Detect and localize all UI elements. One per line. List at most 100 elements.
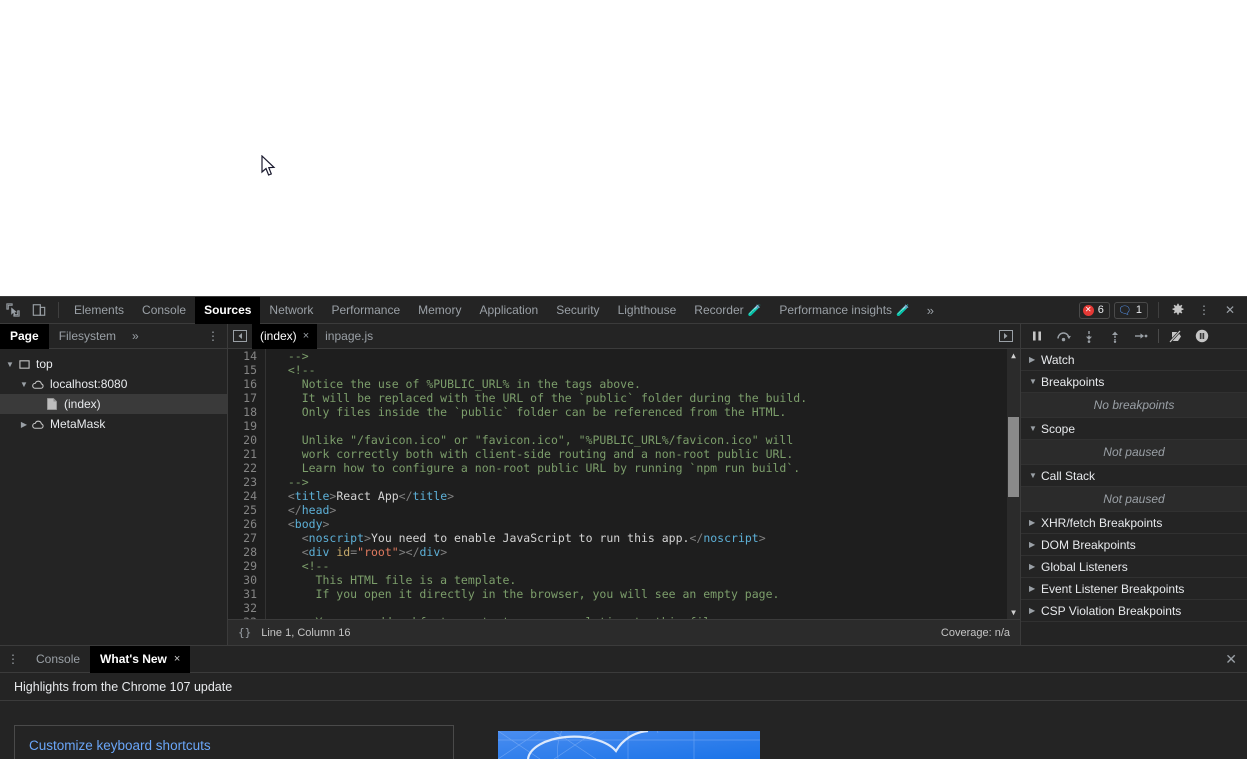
line-number[interactable]: 18 xyxy=(228,405,266,419)
code-line[interactable]: 20 Unlike "/favicon.ico" or "favicon.ico… xyxy=(228,433,1020,447)
more-options-icon[interactable]: ⋮ xyxy=(1191,297,1217,323)
pause-on-exceptions-icon[interactable] xyxy=(1190,325,1214,347)
navigator-tab-page[interactable]: Page xyxy=(0,323,49,349)
chevron-right-icon[interactable]: ▶ xyxy=(1029,540,1041,549)
code-line[interactable]: 23 --> xyxy=(228,475,1020,489)
page-viewport[interactable] xyxy=(0,0,1247,296)
code-line[interactable]: 16 Notice the use of %PUBLIC_URL% in the… xyxy=(228,377,1020,391)
close-tab-icon[interactable]: × xyxy=(174,653,180,665)
inspect-element-icon[interactable] xyxy=(0,297,26,323)
drawer-tab-whats-new[interactable]: What's New × xyxy=(90,645,191,673)
line-number[interactable]: 24 xyxy=(228,489,266,503)
tab-security[interactable]: Security xyxy=(547,297,608,324)
pause-script-execution-icon[interactable] xyxy=(1025,325,1049,347)
line-number[interactable]: 20 xyxy=(228,433,266,447)
line-number[interactable]: 28 xyxy=(228,545,266,559)
code-line[interactable]: 21 work correctly both with client-side … xyxy=(228,447,1020,461)
tab-network[interactable]: Network xyxy=(260,297,322,324)
line-number[interactable]: 27 xyxy=(228,531,266,545)
close-tab-icon[interactable]: × xyxy=(303,330,309,342)
navigator-more-tabs-chevron-icon[interactable]: » xyxy=(126,329,145,343)
message-count-badge[interactable]: 🗨 1 xyxy=(1113,301,1148,319)
code-line[interactable]: 29 <!-- xyxy=(228,559,1020,573)
tab-sources[interactable]: Sources xyxy=(195,296,261,324)
debugger-section-event-listener-breakpoints[interactable]: ▶ Event Listener Breakpoints xyxy=(1021,578,1247,600)
tab-performance[interactable]: Performance xyxy=(322,297,409,324)
code-line[interactable]: 28 <div id="root"></div> xyxy=(228,545,1020,559)
code-line[interactable]: 15 <!-- xyxy=(228,363,1020,377)
editor-vertical-scrollbar[interactable]: ▲ ▼ xyxy=(1007,349,1020,619)
debugger-section-dom-breakpoints[interactable]: ▶ DOM Breakpoints xyxy=(1021,534,1247,556)
line-number[interactable]: 29 xyxy=(228,559,266,573)
debugger-section-scope[interactable]: ▼ Scope xyxy=(1021,418,1247,440)
code-line[interactable]: 33 You can add webfonts, meta tags, or a… xyxy=(228,615,1020,619)
tab-recorder[interactable]: Recorder 🧪 xyxy=(685,297,770,324)
code-line[interactable]: 18 Only files inside the `public` folder… xyxy=(228,405,1020,419)
debugger-section-breakpoints[interactable]: ▼ Breakpoints xyxy=(1021,371,1247,393)
whats-new-card-title[interactable]: Customize keyboard shortcuts xyxy=(29,738,439,753)
tab-performance-insights[interactable]: Performance insights 🧪 xyxy=(770,297,918,324)
tab-console[interactable]: Console xyxy=(133,297,195,324)
debugger-section-csp-violation-breakpoints[interactable]: ▶ CSP Violation Breakpoints xyxy=(1021,600,1247,622)
scroll-down-arrow-icon[interactable]: ▼ xyxy=(1007,606,1020,619)
line-number[interactable]: 23 xyxy=(228,475,266,489)
code-editor[interactable]: 14 --> 15 <!-- 16 Notice the use of %PUBLI… xyxy=(228,349,1020,619)
line-number[interactable]: 16 xyxy=(228,377,266,391)
editor-tab-inpage-js[interactable]: inpage.js xyxy=(317,324,381,349)
line-number[interactable]: 33 xyxy=(228,615,266,619)
drawer-tab-console[interactable]: Console xyxy=(26,646,90,673)
tab-memory[interactable]: Memory xyxy=(409,297,470,324)
twisty-icon[interactable]: ▼ xyxy=(18,380,30,389)
error-count-badge[interactable]: ✕ 6 xyxy=(1078,301,1110,319)
chevron-down-icon[interactable]: ▼ xyxy=(1029,377,1041,386)
chevron-down-icon[interactable]: ▼ xyxy=(1029,471,1041,480)
chevron-down-icon[interactable]: ▼ xyxy=(1029,424,1041,433)
debugger-section-watch[interactable]: ▶ Watch xyxy=(1021,349,1247,371)
code-line[interactable]: 19 xyxy=(228,419,1020,433)
code-line[interactable]: 22 Learn how to configure a non-root pub… xyxy=(228,461,1020,475)
debugger-section-global-listeners[interactable]: ▶ Global Listeners xyxy=(1021,556,1247,578)
more-tabs-chevron-icon[interactable]: » xyxy=(919,303,942,318)
tab-application[interactable]: Application xyxy=(470,297,547,324)
navigator-more-options-icon[interactable]: ⋮ xyxy=(199,329,227,343)
line-number[interactable]: 26 xyxy=(228,517,266,531)
code-line[interactable]: 31 If you open it directly in the browse… xyxy=(228,587,1020,601)
chevron-right-icon[interactable]: ▶ xyxy=(1029,584,1041,593)
code-line[interactable]: 14 --> xyxy=(228,349,1020,363)
chevron-right-icon[interactable]: ▶ xyxy=(1029,355,1041,364)
whats-new-card[interactable]: Customize keyboard shortcuts Customize k… xyxy=(14,725,454,759)
line-number[interactable]: 17 xyxy=(228,391,266,405)
chevron-right-icon[interactable]: ▶ xyxy=(1029,518,1041,527)
debugger-section-xhr-fetch-breakpoints[interactable]: ▶ XHR/fetch Breakpoints xyxy=(1021,512,1247,534)
code-line[interactable]: 27 <noscript>You need to enable JavaScri… xyxy=(228,531,1020,545)
tree-item-metamask[interactable]: ▶ MetaMask xyxy=(0,414,227,434)
code-line[interactable]: 25 </head> xyxy=(228,503,1020,517)
navigator-tab-filesystem[interactable]: Filesystem xyxy=(49,324,126,349)
tree-item-top[interactable]: ▼ top xyxy=(0,354,227,374)
debugger-section-call-stack[interactable]: ▼ Call Stack xyxy=(1021,465,1247,487)
editor-tab-index[interactable]: (index) × xyxy=(252,323,318,349)
toggle-device-toolbar-icon[interactable] xyxy=(26,297,52,323)
line-number[interactable]: 30 xyxy=(228,573,266,587)
twisty-icon[interactable]: ▶ xyxy=(18,420,30,429)
scrollbar-thumb[interactable] xyxy=(1008,417,1019,497)
chevron-right-icon[interactable]: ▶ xyxy=(1029,562,1041,571)
deactivate-breakpoints-icon[interactable] xyxy=(1164,325,1188,347)
line-number[interactable]: 22 xyxy=(228,461,266,475)
show-debugger-icon[interactable] xyxy=(992,330,1020,342)
line-number[interactable]: 15 xyxy=(228,363,266,377)
code-line[interactable]: 26 <body> xyxy=(228,517,1020,531)
line-number[interactable]: 19 xyxy=(228,419,266,433)
twisty-icon[interactable]: ▼ xyxy=(4,360,16,369)
line-number[interactable]: 14 xyxy=(228,349,266,363)
close-devtools-icon[interactable]: ✕ xyxy=(1217,297,1243,323)
tab-lighthouse[interactable]: Lighthouse xyxy=(609,297,686,324)
settings-gear-icon[interactable] xyxy=(1165,297,1191,323)
code-line[interactable]: 30 This HTML file is a template. xyxy=(228,573,1020,587)
pretty-print-icon[interactable]: {} xyxy=(238,626,251,639)
line-number[interactable]: 32 xyxy=(228,601,266,615)
step-into-next-function-call-icon[interactable] xyxy=(1077,325,1101,347)
close-drawer-icon[interactable]: ✕ xyxy=(1215,651,1247,668)
tree-item-localhost[interactable]: ▼ localhost:8080 xyxy=(0,374,227,394)
show-navigator-icon[interactable] xyxy=(228,330,252,342)
